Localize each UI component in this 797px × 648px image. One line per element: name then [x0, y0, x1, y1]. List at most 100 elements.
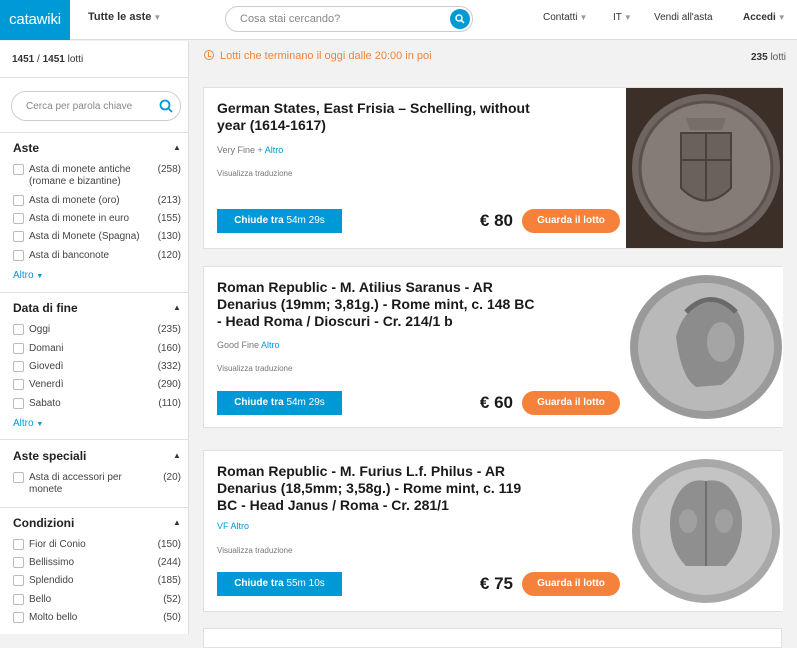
translate-link[interactable]: Visualizza traduzione [217, 169, 292, 178]
lot-title[interactable]: Roman Republic - M. Atilius Saranus - AR… [217, 279, 537, 330]
checkbox[interactable] [13, 213, 24, 224]
timer-label: Chiude tra [234, 578, 284, 589]
auctions-menu-label: Tutte le aste [88, 11, 152, 23]
facet-item[interactable]: Asta di accessori per monete (20) [13, 472, 181, 496]
login-menu[interactable]: Accedi ▼ [743, 12, 786, 23]
keyword-search-input[interactable]: Cerca per parola chiave [11, 91, 181, 121]
checkbox[interactable] [13, 164, 24, 175]
facet-item-count: (52) [163, 594, 181, 605]
divider [0, 507, 189, 508]
checkbox[interactable] [13, 324, 24, 335]
lot-condition: Good Fine Altro [217, 340, 280, 350]
chevron-down-icon: ▼ [777, 13, 786, 22]
lot-condition-label: Very Fine + [217, 145, 263, 155]
facet-item-count: (213) [157, 195, 181, 206]
contact-label: Contatti [543, 12, 578, 23]
lot-image-coin[interactable] [626, 451, 783, 611]
language-menu[interactable]: IT ▼ [613, 12, 632, 23]
auctions-menu[interactable]: Tutte le aste ▼ [88, 11, 161, 23]
more-link[interactable]: Altro ▼ [13, 418, 43, 429]
translate-link[interactable]: Visualizza traduzione [217, 546, 292, 555]
lot-results: Lotti che terminano il oggi dalle 20:00 … [190, 41, 797, 648]
divider [0, 292, 189, 293]
sell-link[interactable]: Vendi all'asta [654, 12, 713, 23]
facet-item-count: (150) [157, 539, 181, 550]
collapse-icon[interactable]: ▲ [173, 143, 181, 152]
facet-item-label: Bellissimo [29, 557, 75, 568]
facet-item-count: (155) [157, 213, 181, 224]
chevron-down-icon: ▼ [36, 273, 44, 280]
catawiki-logo[interactable]: catawiki [0, 0, 70, 40]
timer-label: Chiude tra [234, 397, 284, 408]
facet-item-label: Splendido [29, 575, 74, 586]
condition-more-link[interactable]: Altro [231, 521, 250, 531]
view-lot-button[interactable]: Guarda il lotto [522, 391, 620, 415]
lot-price: € 80 [479, 211, 513, 230]
facet-item-count: (20) [163, 472, 181, 483]
facet-item-label: Asta di Monete (Spagna) [29, 231, 140, 242]
search-input[interactable]: Cosa stai cercando? [225, 6, 473, 32]
checkbox[interactable] [13, 231, 24, 242]
search-icon[interactable] [159, 99, 173, 113]
condition-more-link[interactable]: Altro [261, 340, 280, 350]
total-lot-count: 235 lotti [751, 52, 786, 63]
checkbox[interactable] [13, 379, 24, 390]
lot-title[interactable]: Roman Republic - M. Furius L.f. Philus -… [217, 463, 537, 514]
checkbox[interactable] [13, 195, 24, 206]
checkbox[interactable] [13, 472, 24, 483]
lot-image-coin[interactable] [626, 267, 783, 427]
facet-title-auctions[interactable]: Aste [13, 141, 39, 155]
facet-item-label: Asta di accessori per monete [29, 472, 122, 495]
facet-item[interactable]: Asta di monete antiche (romane e bizanti… [13, 164, 181, 188]
keyword-search-placeholder: Cerca per parola chiave [26, 101, 133, 112]
filter-sidebar: 1451 / 1451 lotti Cerca per parola chiav… [0, 41, 189, 634]
collapse-icon[interactable]: ▲ [173, 518, 181, 527]
facet-item-count: (290) [157, 379, 181, 390]
facet-item-label: Bello [29, 594, 52, 605]
countdown-timer: Chiude tra 54m 29s [217, 209, 342, 233]
view-lot-button[interactable]: Guarda il lotto [522, 209, 620, 233]
checkbox[interactable] [13, 575, 24, 586]
facet-item-label: Fior di Conio [29, 539, 86, 550]
lot-title[interactable]: German States, East Frisia – Schelling, … [217, 100, 537, 134]
search-button[interactable] [450, 9, 470, 29]
checkbox[interactable] [13, 594, 24, 605]
more-link-label: Altro [13, 270, 34, 281]
collapse-icon[interactable]: ▲ [173, 303, 181, 312]
lot-price: € 75 [479, 574, 513, 593]
search-placeholder: Cosa stai cercando? [240, 13, 341, 25]
view-lot-button[interactable]: Guarda il lotto [522, 572, 620, 596]
facet-item-count: (160) [157, 343, 181, 354]
checkbox[interactable] [13, 343, 24, 354]
facet-title-special-auctions[interactable]: Aste speciali [13, 449, 86, 463]
translate-link[interactable]: Visualizza traduzione [217, 364, 292, 373]
login-label: Accedi [743, 12, 776, 23]
facet-item-count: (244) [157, 557, 181, 568]
facet-title-end-date[interactable]: Data di fine [13, 301, 78, 315]
checkbox[interactable] [13, 361, 24, 372]
countdown-timer: Chiude tra 55m 10s [217, 572, 342, 596]
checkbox[interactable] [13, 398, 24, 409]
top-navigation-bar: catawiki Tutte le aste ▼ Cosa stai cercan… [0, 0, 797, 40]
lot-card[interactable]: Roman Republic - M. Atilius Saranus - AR… [203, 266, 783, 428]
lot-card[interactable]: Roman Republic - M. Furius L.f. Philus -… [203, 450, 783, 612]
checkbox[interactable] [13, 250, 24, 261]
lot-count-total: 1451 [42, 54, 65, 65]
facet-title-condition[interactable]: Condizioni [13, 516, 74, 530]
checkbox[interactable] [13, 612, 24, 623]
lot-word: lotti [67, 54, 84, 65]
more-link[interactable]: Altro ▼ [13, 270, 43, 281]
collapse-icon[interactable]: ▲ [173, 451, 181, 460]
lot-image-coin[interactable] [626, 88, 783, 248]
facet-item-label: Sabato [29, 398, 61, 409]
contact-menu[interactable]: Contatti ▼ [543, 12, 587, 23]
lot-card[interactable]: German States, East Frisia – Schelling, … [203, 87, 783, 249]
lot-condition-label: Good Fine [217, 340, 260, 350]
condition-more-link[interactable]: Altro [265, 145, 284, 155]
checkbox[interactable] [13, 557, 24, 568]
lot-card[interactable] [203, 628, 782, 648]
checkbox[interactable] [13, 539, 24, 550]
facet-item-label: Molto bello [29, 612, 78, 623]
timer-value: 55m 10s [286, 578, 325, 589]
facet-item-label: Asta di monete antiche (romane e bizanti… [29, 164, 131, 187]
